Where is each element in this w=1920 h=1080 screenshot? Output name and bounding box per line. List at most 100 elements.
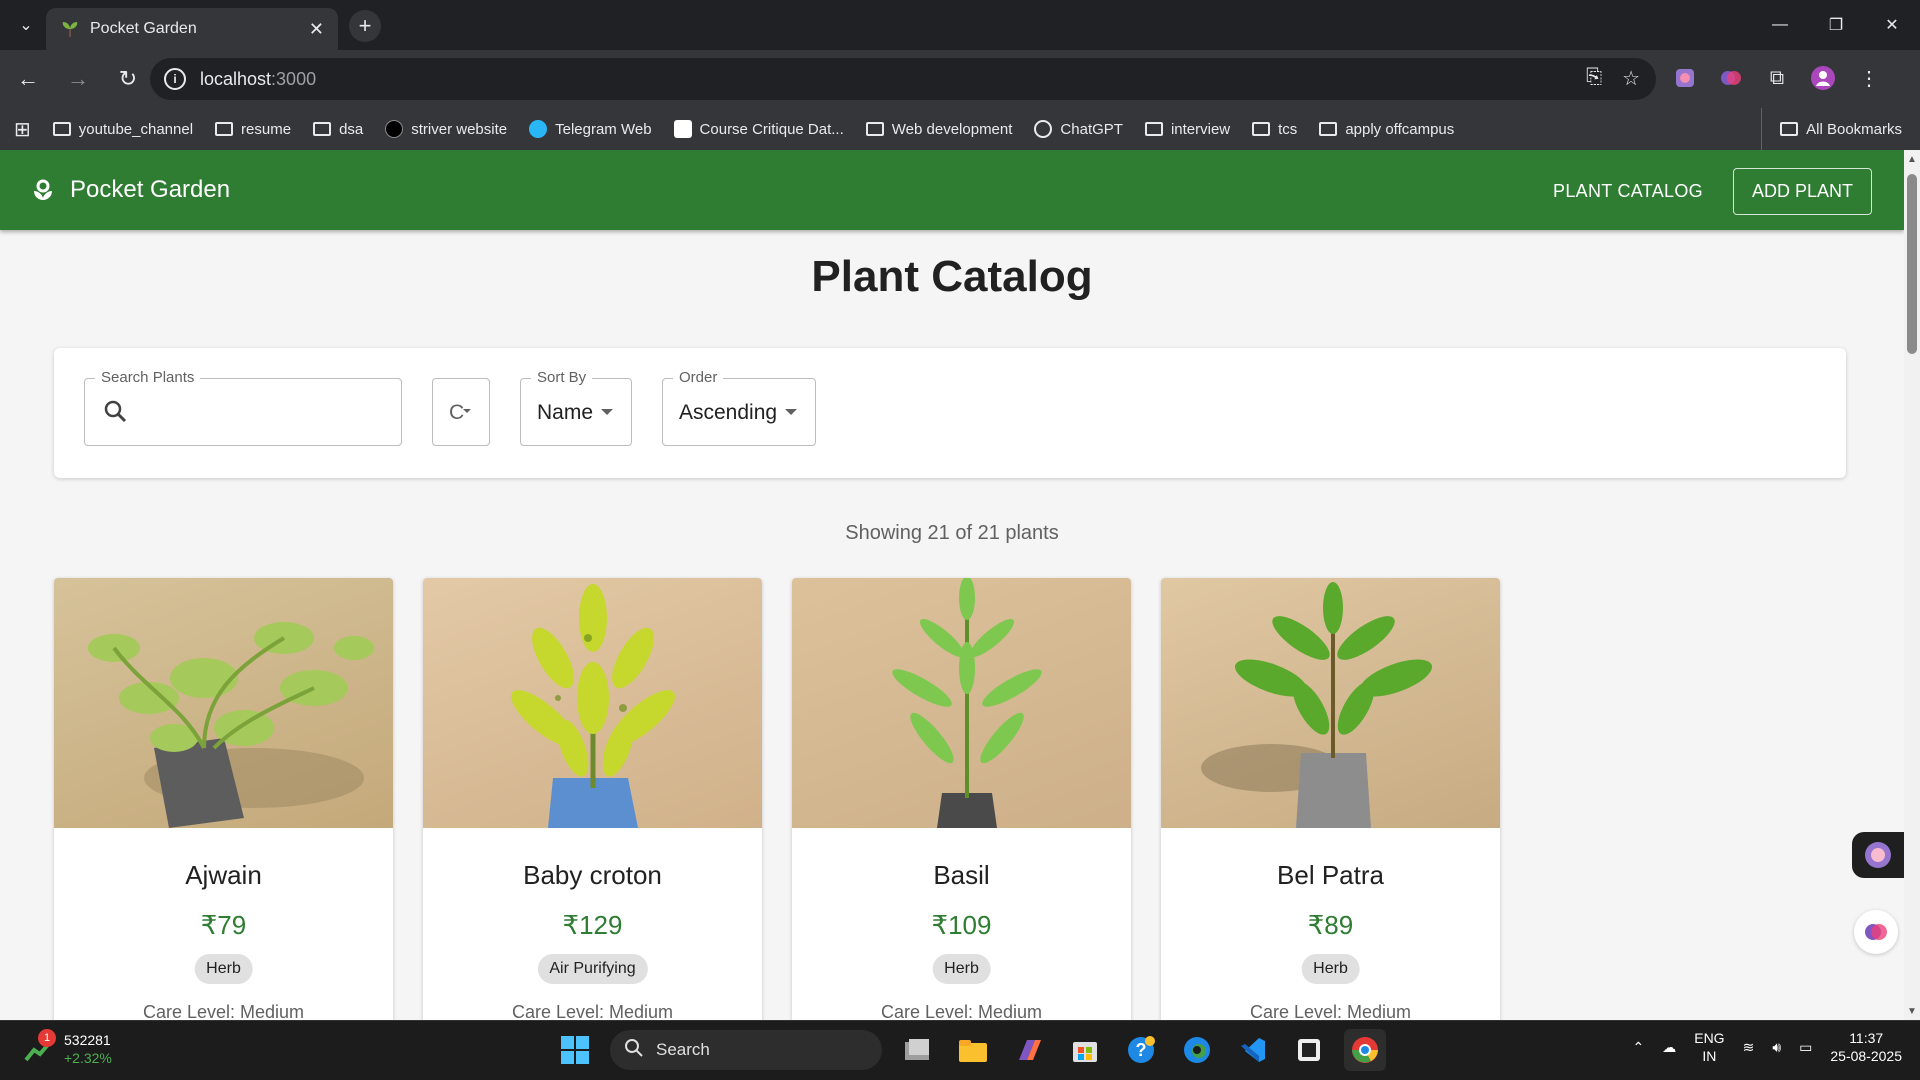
page-scrollbar[interactable]: ▲ ▼ xyxy=(1904,150,1920,1020)
folder-icon xyxy=(215,122,234,136)
reload-icon[interactable]: ↻ xyxy=(106,57,150,101)
order-label: Order xyxy=(673,369,724,386)
profile-avatar-icon[interactable] xyxy=(1810,65,1836,91)
search-input[interactable]: Search Plants xyxy=(84,369,402,446)
stock-change: +2.32% xyxy=(64,1050,112,1066)
app-box-icon[interactable] xyxy=(1288,1029,1330,1071)
order-select[interactable]: Order Ascending xyxy=(662,369,816,446)
category-select[interactable]: C xyxy=(432,378,490,446)
windows-start-icon[interactable] xyxy=(554,1029,596,1071)
browser-toolbar: ← → ↻ i localhost:3000 ⎘ ☆ ⧉ ⋮ xyxy=(0,50,1920,108)
folder-icon xyxy=(52,122,71,136)
tab-title: Pocket Garden xyxy=(90,20,197,37)
minimize-icon[interactable]: — xyxy=(1752,0,1808,50)
brand[interactable]: Pocket Garden xyxy=(30,176,230,204)
brain-extension-icon[interactable] xyxy=(1718,65,1744,91)
stock-widget[interactable]: 1 532281 +2.32% xyxy=(24,1029,112,1067)
site-info-icon[interactable]: i xyxy=(164,68,186,90)
vscode-icon[interactable] xyxy=(1232,1029,1274,1071)
stock-value: 532281 xyxy=(64,1032,111,1048)
page-title: Plant Catalog xyxy=(811,252,1093,301)
plant-card[interactable]: Basil ₹109 Herb Care Level: Medium xyxy=(792,578,1131,1020)
plant-logo-icon xyxy=(30,177,56,203)
chevron-down-icon xyxy=(785,409,797,415)
scroll-down-icon[interactable]: ▼ xyxy=(1907,1006,1917,1017)
bookmark-apply-offcampus[interactable]: apply offcampus xyxy=(1319,121,1454,138)
app-header: Pocket Garden PLANT CATALOG ADD PLANT xyxy=(0,150,1904,230)
microsoft-store-icon[interactable] xyxy=(1064,1029,1106,1071)
chatgpt-icon xyxy=(1034,120,1053,138)
course-critique-icon xyxy=(673,120,692,138)
clock[interactable]: 11:37 25-08-2025 xyxy=(1830,1029,1902,1065)
filter-panel: Search Plants C Sort By Name Order Ascen… xyxy=(54,348,1846,478)
file-explorer-icon[interactable] xyxy=(952,1029,994,1071)
plant-price: ₹109 xyxy=(931,910,992,940)
browser-menu-icon[interactable]: ⋮ xyxy=(1856,65,1882,91)
bookmark-star-icon[interactable]: ☆ xyxy=(1622,66,1640,91)
add-plant-button[interactable]: ADD PLANT xyxy=(1732,168,1872,215)
bookmark-striver-website[interactable]: striver website xyxy=(385,120,507,138)
chrome-icon[interactable] xyxy=(1344,1029,1386,1071)
extensions-puzzle-icon[interactable]: ⧉ xyxy=(1764,65,1790,91)
task-view-icon[interactable] xyxy=(896,1029,938,1071)
close-tab-icon[interactable]: ✕ xyxy=(309,19,324,40)
new-tab-button[interactable]: + xyxy=(349,10,381,42)
help-icon[interactable]: ? xyxy=(1120,1029,1162,1071)
scroll-up-icon[interactable]: ▲ xyxy=(1907,154,1917,165)
assistant-float-button[interactable] xyxy=(1852,832,1904,878)
bookmark-resume[interactable]: resume xyxy=(215,121,291,138)
folder-icon xyxy=(313,122,332,136)
install-app-icon[interactable]: ⎘ xyxy=(1586,66,1602,91)
chevron-down-icon xyxy=(601,409,613,415)
plant-name: Baby croton xyxy=(523,860,662,890)
extensions-area: ⧉ ⋮ xyxy=(1672,65,1882,91)
plant-image xyxy=(1161,578,1500,828)
plant-image xyxy=(423,578,762,828)
plant-catalog-link[interactable]: PLANT CATALOG xyxy=(1553,181,1703,202)
plant-card[interactable]: Bel Patra ₹89 Herb Care Level: Medium xyxy=(1161,578,1500,1020)
taskbar-search[interactable]: Search xyxy=(610,1030,882,1070)
wifi-icon[interactable]: ≋ xyxy=(1743,1039,1755,1056)
bookmark-youtube-channel[interactable]: youtube_channel xyxy=(52,121,193,138)
plant-category-chip: Air Purifying xyxy=(537,954,648,984)
plant-card[interactable]: Baby croton ₹129 Air Purifying Care Leve… xyxy=(423,578,762,1020)
bookmark-dsa[interactable]: dsa xyxy=(313,121,363,138)
category-value: C xyxy=(449,401,465,424)
volume-icon[interactable]: 🔊︎ xyxy=(1772,1039,1781,1056)
language-indicator[interactable]: ENG IN xyxy=(1694,1029,1724,1065)
onedrive-icon[interactable]: ☁ xyxy=(1662,1039,1676,1056)
plant-price: ₹129 xyxy=(562,910,623,940)
bookmark-interview[interactable]: interview xyxy=(1144,121,1230,138)
battery-icon[interactable]: ▭ xyxy=(1799,1039,1812,1056)
order-value: Ascending xyxy=(679,401,778,424)
plant-care-level: Care Level: Medium xyxy=(880,1002,1043,1020)
tab-search-button[interactable]: ⌄ xyxy=(0,0,52,50)
apps-grid-icon[interactable]: ⊞ xyxy=(14,117,31,142)
plant-card[interactable]: Ajwain ₹79 Herb Care Level: Medium xyxy=(54,578,393,1020)
sort-by-select[interactable]: Sort By Name xyxy=(520,369,632,446)
extension-icon-1[interactable] xyxy=(1672,65,1698,91)
svg-text:?: ? xyxy=(1136,1040,1147,1060)
address-bar[interactable]: i localhost:3000 ⎘ ☆ xyxy=(150,58,1656,100)
show-hidden-icons[interactable]: ⌃ xyxy=(1633,1039,1645,1056)
brain-float-icon[interactable] xyxy=(1854,910,1898,954)
plant-image xyxy=(54,578,393,828)
bookmark-telegram-web[interactable]: Telegram Web xyxy=(529,120,652,138)
scrollbar-thumb[interactable] xyxy=(1907,174,1917,354)
forward-icon[interactable]: → xyxy=(56,57,100,101)
bookmark-tcs[interactable]: tcs xyxy=(1252,121,1297,138)
bookmark-chatgpt[interactable]: ChatGPT xyxy=(1034,120,1123,138)
edge-browser-icon[interactable] xyxy=(1176,1029,1218,1071)
tab-strip: ⌄ Pocket Garden ✕ + — ❐ ✕ xyxy=(0,0,1920,50)
close-window-icon[interactable]: ✕ xyxy=(1864,0,1920,50)
back-icon[interactable]: ← xyxy=(6,57,50,101)
plant-name: Ajwain xyxy=(185,860,262,890)
bookmark-web-development[interactable]: Web development xyxy=(865,121,1012,138)
bookmark-course-critique[interactable]: Course Critique Dat... xyxy=(673,120,844,138)
all-bookmarks-button[interactable]: All Bookmarks xyxy=(1761,108,1902,150)
restore-icon[interactable]: ❐ xyxy=(1808,0,1864,50)
page-viewport: Pocket Garden PLANT CATALOG ADD PLANT Pl… xyxy=(0,150,1904,1020)
folder-icon xyxy=(865,122,884,136)
browser-tab[interactable]: Pocket Garden ✕ xyxy=(46,8,338,50)
copilot-icon[interactable] xyxy=(1008,1029,1050,1071)
